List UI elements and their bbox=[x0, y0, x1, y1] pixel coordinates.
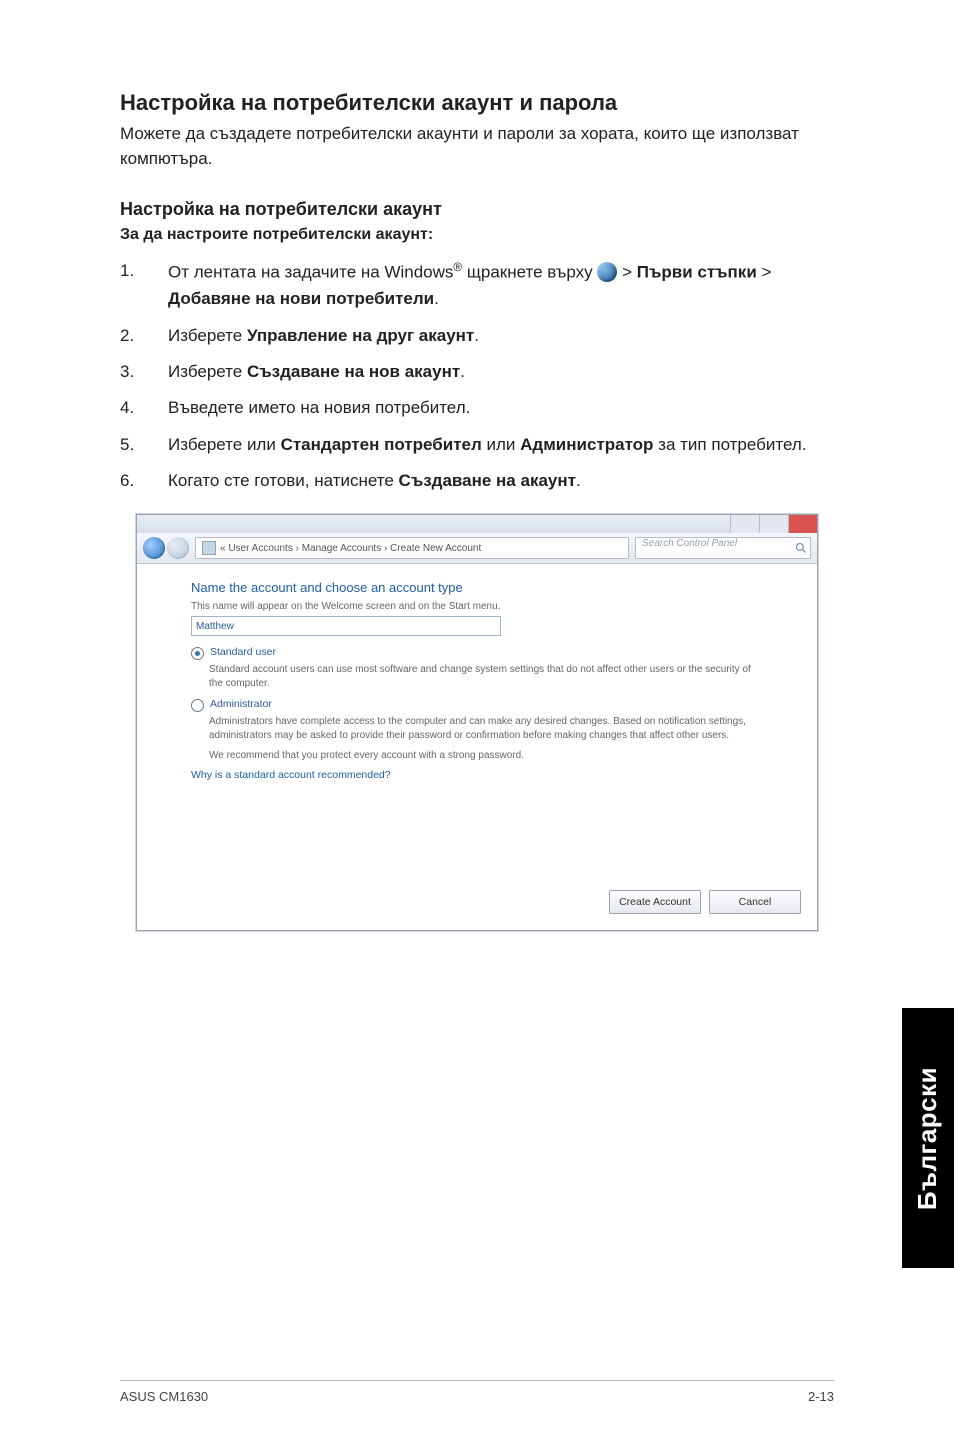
maximize-button[interactable] bbox=[759, 515, 788, 533]
breadcrumb-text: « User Accounts › Manage Accounts › Crea… bbox=[220, 543, 481, 554]
control-panel-icon bbox=[202, 541, 216, 555]
page-title: Настройка на потребителски акаунт и паро… bbox=[120, 90, 834, 116]
step-bold: Стандартен потребител bbox=[281, 435, 482, 454]
steps-list: 1. От лентата на задачите на Windows® щр… bbox=[120, 258, 834, 494]
language-tab: Български bbox=[902, 1008, 954, 1268]
step-text: Когато сте готови, натиснете bbox=[168, 471, 399, 490]
step-text: . bbox=[434, 289, 439, 308]
step-number: 3. bbox=[120, 359, 168, 385]
standard-description: Standard account users can use most soft… bbox=[209, 663, 763, 690]
search-input[interactable]: Search Control Panel bbox=[635, 537, 811, 559]
nav-bar: « User Accounts › Manage Accounts › Crea… bbox=[137, 533, 817, 564]
step-text: или bbox=[482, 435, 520, 454]
step-text: > bbox=[617, 263, 636, 282]
admin-description: Administrators have complete access to t… bbox=[209, 715, 763, 742]
windows-start-icon bbox=[597, 262, 617, 282]
radio-label: Standard user bbox=[210, 646, 276, 658]
step-1: 1. От лентата на задачите на Windows® щр… bbox=[120, 258, 834, 312]
radio-label: Administrator bbox=[210, 698, 272, 710]
step-text: Въведете името на новия потребител. bbox=[168, 395, 834, 421]
footer-left: ASUS CM1630 bbox=[120, 1389, 208, 1404]
step-text: . bbox=[460, 362, 465, 381]
dialog-title: Name the account and choose an account t… bbox=[191, 580, 763, 595]
account-name-input[interactable]: Matthew bbox=[191, 616, 501, 636]
step-bold: Създаване на акаунт bbox=[399, 471, 576, 490]
step-bold: Добавяне на нови потребители bbox=[168, 289, 434, 308]
cancel-button[interactable]: Cancel bbox=[709, 890, 801, 914]
breadcrumb[interactable]: « User Accounts › Manage Accounts › Crea… bbox=[195, 537, 629, 559]
step-number: 1. bbox=[120, 258, 168, 312]
page-footer: ASUS CM1630 2-13 bbox=[120, 1380, 834, 1404]
step-bold: Администратор bbox=[520, 435, 653, 454]
step-text: . bbox=[474, 326, 479, 345]
step-6: 6. Когато сте готови, натиснете Създаван… bbox=[120, 468, 834, 494]
step-number: 5. bbox=[120, 432, 168, 458]
recommend-text: We recommend that you protect every acco… bbox=[209, 750, 763, 761]
step-4: 4. Въведете името на новия потребител. bbox=[120, 395, 834, 421]
dialog-button-row: Create Account Cancel bbox=[137, 890, 817, 930]
step-text: Изберете или bbox=[168, 435, 281, 454]
step-text: . bbox=[576, 471, 581, 490]
search-icon bbox=[795, 542, 807, 554]
section-heading: Настройка на потребителски акаунт bbox=[120, 199, 834, 220]
step-2: 2. Изберете Управление на друг акаунт. bbox=[120, 323, 834, 349]
step-5: 5. Изберете или Стандартен потребител ил… bbox=[120, 432, 834, 458]
footer-right: 2-13 bbox=[808, 1389, 834, 1404]
intro-paragraph: Можете да създадете потребителски акаунт… bbox=[120, 122, 834, 171]
language-tab-label: Български bbox=[913, 1066, 944, 1209]
step-number: 6. bbox=[120, 468, 168, 494]
embedded-screenshot: « User Accounts › Manage Accounts › Crea… bbox=[136, 514, 818, 931]
step-text: Изберете bbox=[168, 362, 247, 381]
step-3: 3. Изберете Създаване на нов акаунт. bbox=[120, 359, 834, 385]
step-bold: Създаване на нов акаунт bbox=[247, 362, 460, 381]
radio-icon bbox=[191, 699, 204, 712]
nav-back-forward bbox=[143, 537, 189, 559]
nav-back-button[interactable] bbox=[143, 537, 165, 559]
step-text: за тип потребител. bbox=[653, 435, 806, 454]
procedure-heading: За да настроите потребителски акаунт: bbox=[120, 226, 834, 244]
radio-icon bbox=[191, 647, 204, 660]
radio-standard[interactable]: Standard user bbox=[191, 646, 763, 660]
dialog-subtitle: This name will appear on the Welcome scr… bbox=[191, 601, 763, 612]
nav-forward-button[interactable] bbox=[167, 537, 189, 559]
close-button[interactable] bbox=[788, 515, 817, 533]
step-bold: Управление на друг акаунт bbox=[247, 326, 474, 345]
step-bold: Първи стъпки bbox=[637, 263, 757, 282]
step-number: 4. bbox=[120, 395, 168, 421]
minimize-button[interactable] bbox=[730, 515, 759, 533]
reg-mark: ® bbox=[453, 260, 462, 274]
step-text: От лентата на задачите на Windows bbox=[168, 263, 453, 282]
window-titlebar bbox=[137, 515, 817, 533]
step-text: Изберете bbox=[168, 326, 247, 345]
step-number: 2. bbox=[120, 323, 168, 349]
create-account-button[interactable]: Create Account bbox=[609, 890, 701, 914]
step-text: > bbox=[757, 263, 772, 282]
step-text: щракнете върху bbox=[462, 263, 597, 282]
why-link[interactable]: Why is a standard account recommended? bbox=[191, 769, 763, 781]
radio-admin[interactable]: Administrator bbox=[191, 698, 763, 712]
